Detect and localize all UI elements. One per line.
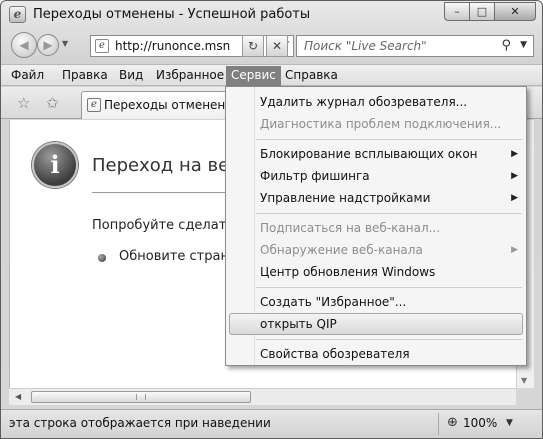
menu-view[interactable]: Вид (119, 68, 143, 82)
minimize-icon: – (454, 5, 460, 18)
submenu-arrow-icon: ▶ (511, 245, 518, 255)
maximize-button[interactable]: □ (469, 2, 495, 21)
ie-app-icon[interactable]: e (9, 6, 26, 23)
menu-item-feed-discovery: Обнаружение веб-канала (260, 243, 423, 257)
zoom-level[interactable]: 100% (463, 416, 497, 430)
bullet-text: Обновите страни (119, 249, 238, 264)
zoom-dropdown-icon[interactable]: ▼ (506, 418, 513, 428)
page-heading: Переход на веб- (92, 155, 247, 176)
address-text[interactable]: http://runonce.msn (115, 39, 230, 53)
submenu-arrow-icon: ▶ (511, 171, 518, 181)
menu-item-diagnose-connection: Диагностика проблем подключения... (260, 117, 502, 131)
submenu-arrow-icon: ▶ (511, 193, 518, 203)
minimize-button[interactable]: – (444, 2, 470, 21)
scroll-down-arrow-icon[interactable]: ▼ (521, 376, 527, 385)
suggestion-text: Попробуйте сделать (92, 218, 234, 233)
search-box[interactable]: Поиск "Live Search" ⚲ ▼ (296, 35, 534, 57)
window-title: Переходы отменены - Успешной работы (33, 7, 311, 22)
forward-arrow-icon: ▶ (43, 38, 53, 52)
tools-menu-dropdown: Удалить журнал обозревателя... Диагности… (225, 86, 527, 366)
close-icon: ✕ (510, 5, 520, 18)
menu-item-windows-update[interactable]: Центр обновления Windows (260, 265, 435, 279)
search-dropdown-icon[interactable]: ▼ (520, 40, 527, 50)
menu-item-popup-blocker[interactable]: Блокирование всплывающих окон (260, 147, 478, 161)
maximize-icon: □ (476, 5, 488, 18)
tab-page-icon: e (87, 98, 101, 112)
menu-item-internet-options[interactable]: Свойства обозревателя (260, 347, 410, 361)
status-bar: эта строка отображается при наведении ⊕ … (1, 409, 542, 438)
window-controls: – □ ✕ (444, 2, 536, 21)
page-icon: e (95, 39, 109, 53)
menu-bar: Файл Правка Вид Избранное Сервис Справка (1, 64, 542, 86)
stop-button[interactable]: ✕ (266, 35, 288, 57)
menu-help[interactable]: Справка (285, 68, 338, 82)
menu-item-create-favorites[interactable]: Создать "Избранное"... (260, 295, 406, 309)
stop-icon: ✕ (271, 39, 283, 53)
browser-window: e Переходы отменены - Успешной работы – … (0, 0, 543, 439)
submenu-arrow-icon: ▶ (511, 149, 518, 159)
search-icon[interactable]: ⚲ (501, 38, 511, 53)
back-arrow-icon: ◀ (19, 38, 29, 52)
bullet-icon (98, 254, 106, 262)
divider (92, 192, 232, 193)
menu-item-phishing-filter[interactable]: Фильтр фишинга (260, 169, 370, 183)
status-divider (438, 413, 439, 435)
recent-pages-dropdown[interactable]: ▼ (62, 39, 68, 48)
scroll-left-arrow-icon[interactable]: ◀ (15, 392, 21, 401)
menu-tools[interactable]: Сервис (226, 66, 281, 86)
add-favorites-icon[interactable]: ✩ (46, 94, 59, 112)
refresh-icon: ↻ (247, 39, 259, 53)
menu-item-manage-addons[interactable]: Управление надстройками (260, 191, 430, 205)
menu-separator (256, 287, 522, 288)
info-icon: i (32, 142, 78, 188)
search-input[interactable]: Поиск "Live Search" (304, 39, 427, 53)
menu-favorites[interactable]: Избранное (156, 68, 224, 82)
menu-separator (256, 139, 522, 140)
tab-label: Переходы отменены (104, 98, 235, 112)
forward-button[interactable]: ▶ (37, 34, 59, 56)
horizontal-scrollbar[interactable]: ◀ (9, 388, 516, 405)
status-text: эта строка отображается при наведении (9, 416, 271, 430)
menu-file[interactable]: Файл (11, 68, 44, 82)
menu-separator (256, 339, 522, 340)
navigation-bar: ◀ ▶ ▼ e http://runonce.msn ▼ ↻ ✕ Поиск "… (1, 29, 542, 63)
menu-edit[interactable]: Правка (62, 68, 108, 82)
title-bar: e Переходы отменены - Успешной работы – … (1, 1, 542, 29)
menu-item-delete-history[interactable]: Удалить журнал обозревателя... (260, 95, 467, 109)
scroll-grip-icon (136, 394, 146, 400)
menu-item-open-qip[interactable]: открыть QIP (260, 317, 337, 331)
close-button[interactable]: ✕ (494, 2, 536, 21)
menu-item-subscribe-feed: Подписаться на веб-канал... (260, 221, 441, 235)
horizontal-scroll-thumb[interactable] (31, 391, 251, 403)
zoom-icon[interactable]: ⊕ (447, 415, 458, 430)
favorites-star-icon[interactable]: ☆ (17, 94, 30, 112)
tab-current[interactable]: e Переходы отменены (81, 91, 235, 119)
refresh-button[interactable]: ↻ (242, 35, 264, 57)
back-button[interactable]: ◀ (11, 32, 37, 58)
menu-separator (256, 213, 522, 214)
